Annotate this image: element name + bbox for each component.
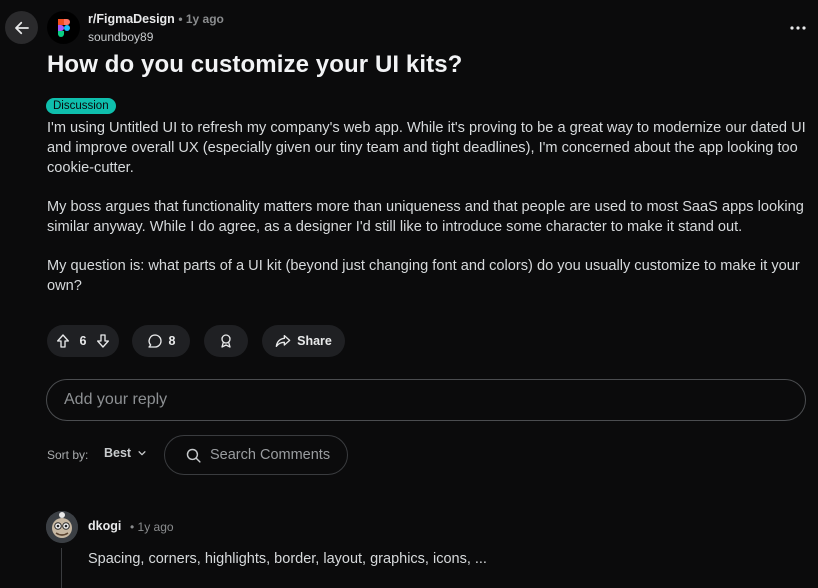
downvote-button[interactable] xyxy=(95,333,111,349)
post-paragraph: I'm using Untitled UI to refresh my comp… xyxy=(47,120,806,176)
comments-button[interactable]: 8 xyxy=(132,325,190,357)
post-flair[interactable]: Discussion xyxy=(46,98,116,114)
reply-input[interactable]: Add your reply xyxy=(46,379,806,421)
downvote-icon xyxy=(96,334,109,348)
avatar-icon xyxy=(46,511,78,543)
share-button[interactable]: Share xyxy=(262,325,345,357)
back-button[interactable] xyxy=(5,11,38,44)
subreddit-line: r/FigmaDesign • 1y ago xyxy=(88,12,224,26)
sort-value: Best xyxy=(104,446,132,460)
reply-placeholder: Add your reply xyxy=(64,391,168,408)
more-horizontal-icon xyxy=(790,26,806,30)
award-icon xyxy=(221,334,231,348)
separator-dot: • xyxy=(130,520,138,534)
comment-author[interactable]: dkogi xyxy=(88,519,121,533)
comment-text: Spacing, corners, highlights, border, la… xyxy=(88,551,487,567)
arrow-left-icon xyxy=(14,21,29,34)
sort-label: Sort by: xyxy=(47,448,89,462)
search-comments-input[interactable]: Search Comments xyxy=(164,435,348,475)
avatar[interactable] xyxy=(46,511,78,543)
share-label: Share xyxy=(297,334,332,348)
upvote-button[interactable] xyxy=(55,333,71,349)
vote-pill: 6 xyxy=(47,325,119,357)
comment-icon xyxy=(147,334,162,348)
post-author[interactable]: soundboy89 xyxy=(88,30,153,44)
sort-dropdown[interactable]: Best xyxy=(104,446,147,460)
chevron-down-icon xyxy=(138,451,146,456)
vote-count: 6 xyxy=(79,334,87,348)
post-paragraph: My question is: what parts of a UI kit (… xyxy=(47,258,800,294)
subreddit-link[interactable]: r/FigmaDesign xyxy=(88,12,175,26)
post-title: How do you customize your UI kits? xyxy=(47,51,463,78)
thread-line[interactable] xyxy=(61,548,62,588)
figma-logo-icon xyxy=(57,18,70,37)
separator-dot: • xyxy=(178,12,186,26)
post-body: I'm using Untitled UI to refresh my comp… xyxy=(47,118,807,315)
comment-meta: • 1y ago xyxy=(130,520,174,534)
award-button[interactable] xyxy=(204,325,248,357)
subreddit-avatar[interactable] xyxy=(47,11,80,44)
comment-count: 8 xyxy=(168,334,176,348)
comment-time: 1y ago xyxy=(137,520,174,534)
search-placeholder: Search Comments xyxy=(210,447,331,463)
search-icon xyxy=(186,448,201,463)
post-paragraph: My boss argues that functionality matter… xyxy=(47,199,804,235)
upvote-icon xyxy=(57,334,69,348)
share-icon xyxy=(275,335,291,347)
more-options-button[interactable] xyxy=(786,16,810,40)
post-time: 1y ago xyxy=(185,12,224,26)
